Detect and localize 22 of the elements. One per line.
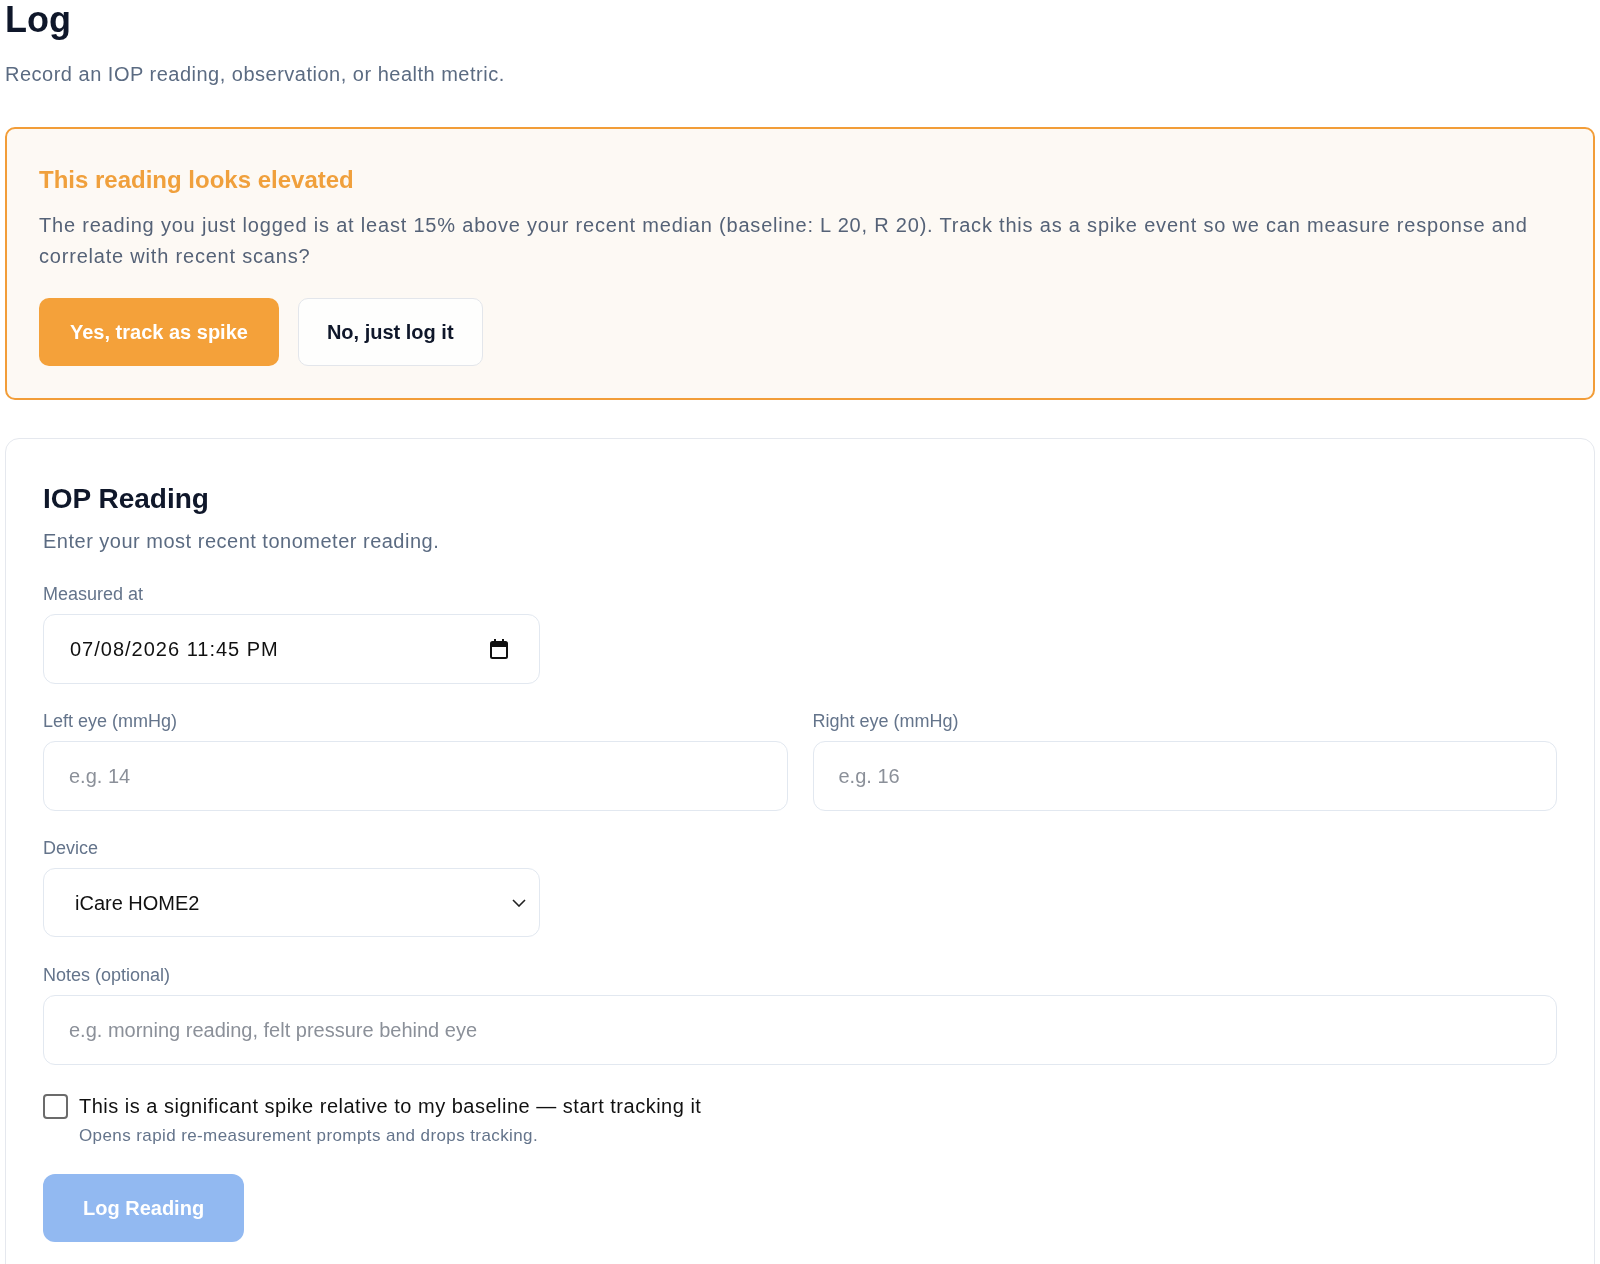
right-eye-input[interactable]: e.g. 16: [812, 741, 1557, 811]
page-subtitle: Record an IOP reading, observation, or health metric.: [5, 62, 506, 87]
field-label: Notes (optional): [43, 964, 172, 987]
device-select[interactable]: iCare HOME2: [43, 868, 540, 937]
checkbox-label: This is a significant spike relative to my baseline — start tracking it: [79, 1094, 702, 1119]
alert-title: This reading looks elevated: [39, 165, 355, 195]
field-label: Left eye (mmHg): [43, 710, 179, 733]
field-label: Device: [43, 837, 100, 860]
form-title: IOP Reading: [43, 482, 210, 516]
field-label: Measured at: [43, 583, 145, 606]
checkbox-hint: Opens rapid re-measurement prompts and drops tracking.: [79, 1125, 540, 1147]
chevron-down-icon: [512, 898, 526, 907]
just-log-button[interactable]: No, just log it: [297, 298, 483, 366]
field-label: Right eye (mmHg): [812, 710, 960, 733]
spike-checkbox[interactable]: [43, 1094, 68, 1119]
alert-message: The reading you just logged is at least 15% above your recent median (baseline: L 20, R 20). Track this as a spike event so we can measure response and correlate with recent scans?: [39, 213, 1529, 269]
form-description: Enter your most recent tonometer reading.: [43, 529, 441, 554]
page-title: Log: [5, 0, 72, 40]
left-eye-input[interactable]: e.g. 14: [43, 741, 788, 811]
notes-input[interactable]: e.g. morning reading, felt pressure behind eye: [43, 995, 1557, 1065]
calendar-icon: [490, 639, 508, 659]
date-time-field[interactable]: 07/08/2026 11:45 PM: [43, 614, 540, 684]
